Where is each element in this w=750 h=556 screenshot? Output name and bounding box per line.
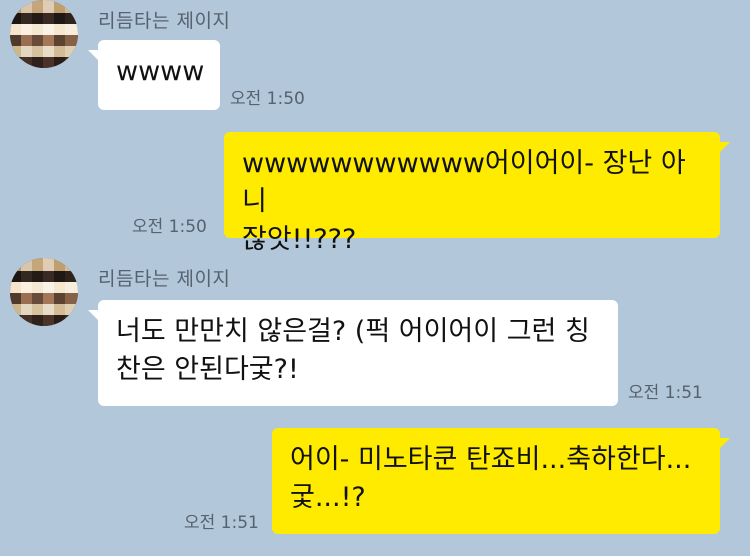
sender-avatar[interactable] — [10, 0, 78, 68]
avatar-mosaic-overlay — [10, 0, 78, 68]
message-text-line: 궃...!? — [290, 482, 366, 513]
outgoing-message-bubble[interactable]: wwwwwwwwwww어이어이- 장난 아니 잖앗!!??? — [224, 132, 730, 255]
avatar-mosaic-overlay — [10, 258, 78, 326]
message-text-line: 어이- 미노타쿤 탄죠비...축하한다... — [290, 444, 692, 475]
message-text-line: 잖앗!!??? — [242, 224, 357, 255]
sender-avatar[interactable] — [10, 258, 78, 326]
outgoing-message-bubble[interactable]: 어이- 미노타쿤 탄죠비...축하한다... 궃...!? — [272, 428, 730, 534]
message-text-line: wwwwwwwwwww어이어이- 장난 아니 — [242, 148, 686, 217]
message-timestamp: 오전 1:51 — [184, 513, 259, 533]
message-timestamp: 오전 1:50 — [230, 89, 305, 109]
incoming-message-bubble[interactable]: 너도 만만치 않은걸? (퍽 어이어이 그런 칭 찬은 안된다궃?! — [88, 300, 618, 406]
message-text-line: 찬은 안된다궃?! — [116, 354, 299, 385]
incoming-message-bubble[interactable]: wwww — [88, 40, 220, 110]
sender-name: 리듬타는 제이지 — [98, 268, 231, 290]
message-text: wwww — [116, 56, 205, 87]
message-timestamp: 오전 1:50 — [132, 217, 207, 237]
sender-name: 리듬타는 제이지 — [98, 10, 231, 32]
message-text-line: 너도 만만치 않은걸? (퍽 어이어이 그런 칭 — [116, 316, 590, 347]
message-timestamp: 오전 1:51 — [628, 383, 703, 403]
